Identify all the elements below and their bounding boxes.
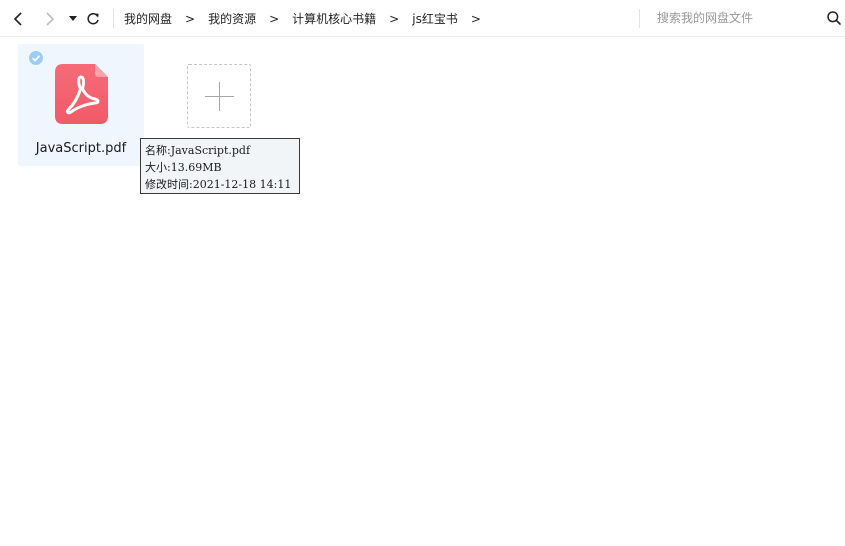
refresh-button[interactable]	[83, 9, 103, 29]
forward-button[interactable]	[39, 9, 59, 29]
breadcrumb-item-core-books[interactable]: 计算机核心书籍	[292, 10, 376, 27]
plus-icon	[219, 82, 220, 111]
breadcrumb-item-my-drive[interactable]: 我的网盘	[124, 10, 172, 27]
search-icon[interactable]	[826, 10, 842, 26]
tooltip-modified: 修改时间:2021-12-18 14:11	[145, 178, 292, 191]
breadcrumb: 我的网盘 > 我的资源 > 计算机核心书籍 > js红宝书 >	[124, 0, 494, 37]
breadcrumb-item-js-red-book[interactable]: js红宝书	[412, 10, 458, 27]
history-dropdown-button[interactable]	[63, 9, 83, 29]
breadcrumb-separator: >	[269, 11, 280, 26]
tooltip-size: 大小:13.69MB	[145, 161, 222, 174]
selected-check-icon[interactable]	[28, 50, 44, 66]
pdf-file-icon	[55, 64, 108, 124]
search-input[interactable]	[650, 8, 820, 28]
breadcrumb-item-my-resources[interactable]: 我的资源	[208, 10, 256, 27]
top-toolbar: 我的网盘 > 我的资源 > 计算机核心书籍 > js红宝书 >	[0, 0, 845, 37]
breadcrumb-separator: >	[389, 11, 400, 26]
file-info-tooltip: 名称:JavaScript.pdf 大小:13.69MB 修改时间:2021-1…	[140, 138, 300, 194]
toolbar-divider	[113, 9, 114, 28]
file-name-label: JavaScript.pdf	[35, 141, 127, 156]
search-divider	[639, 9, 640, 28]
chevron-right-icon	[46, 12, 55, 26]
breadcrumb-separator: >	[185, 11, 196, 26]
chevron-left-icon	[13, 12, 22, 26]
upload-add-button[interactable]	[187, 64, 251, 128]
caret-down-icon	[69, 16, 77, 21]
back-button[interactable]	[9, 9, 29, 29]
file-item[interactable]: JavaScript.pdf	[18, 44, 144, 166]
tooltip-name: 名称:JavaScript.pdf	[145, 144, 251, 157]
breadcrumb-separator: >	[470, 11, 481, 26]
refresh-icon	[87, 12, 99, 25]
